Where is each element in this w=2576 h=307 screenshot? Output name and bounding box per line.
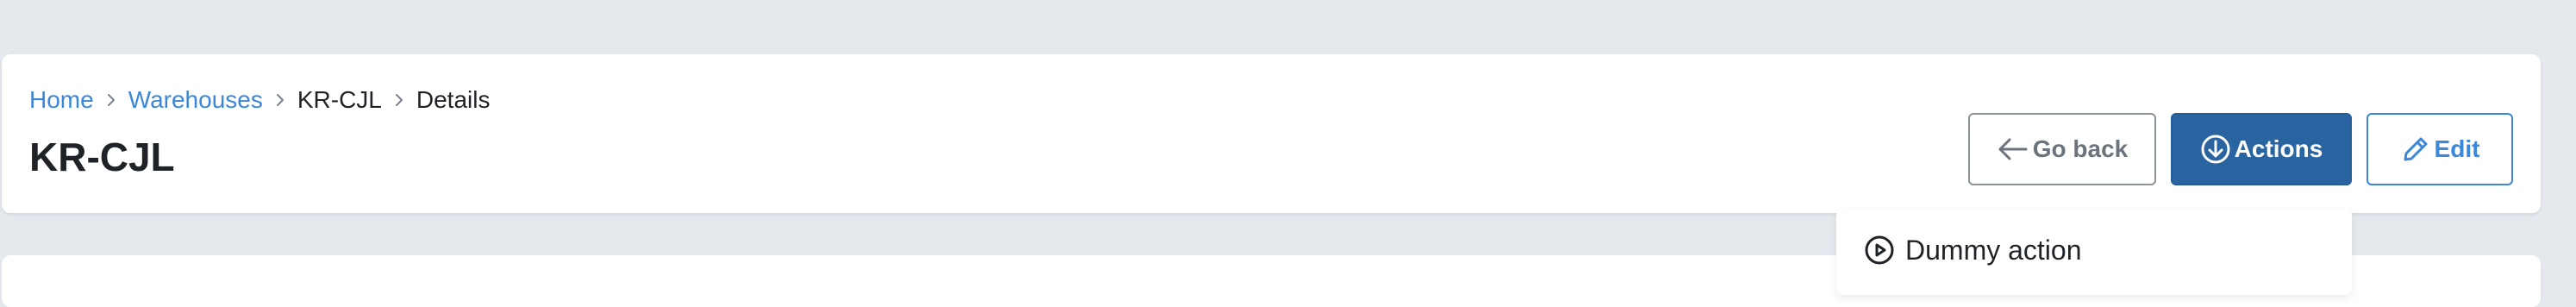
pencil-icon: [2400, 134, 2431, 165]
dummy-action-menu-item[interactable]: Dummy action: [1864, 229, 2082, 271]
chevron-right-icon: [94, 83, 128, 117]
arrow-down-circle-icon: [2200, 134, 2231, 165]
edit-button[interactable]: Edit: [2367, 113, 2513, 185]
dummy-action-label: Dummy action: [1905, 234, 2082, 266]
actions-label: Actions: [2234, 135, 2323, 162]
breadcrumb-home-link[interactable]: Home: [29, 86, 94, 114]
breadcrumb-warehouse-item: KR-CJL: [297, 86, 382, 113]
chevron-right-icon: [263, 83, 297, 117]
breadcrumb-warehouses-link[interactable]: Warehouses: [128, 86, 263, 114]
actions-button[interactable]: Actions: [2171, 113, 2352, 185]
edit-label: Edit: [2434, 135, 2480, 162]
go-back-label: Go back: [2032, 135, 2129, 162]
page-header-card: [2, 54, 2541, 213]
breadcrumb-current-item: Details: [416, 86, 491, 113]
arrow-left-icon: [1997, 136, 2029, 162]
go-back-button[interactable]: Go back: [1968, 113, 2156, 185]
page-title: KR-CJL: [29, 135, 175, 179]
actions-dropdown-menu: Dummy action: [1836, 209, 2352, 295]
play-circle-icon: [1864, 235, 1895, 266]
breadcrumb: Home Warehouses KR-CJL Details: [29, 83, 490, 117]
chevron-right-icon: [382, 83, 416, 117]
